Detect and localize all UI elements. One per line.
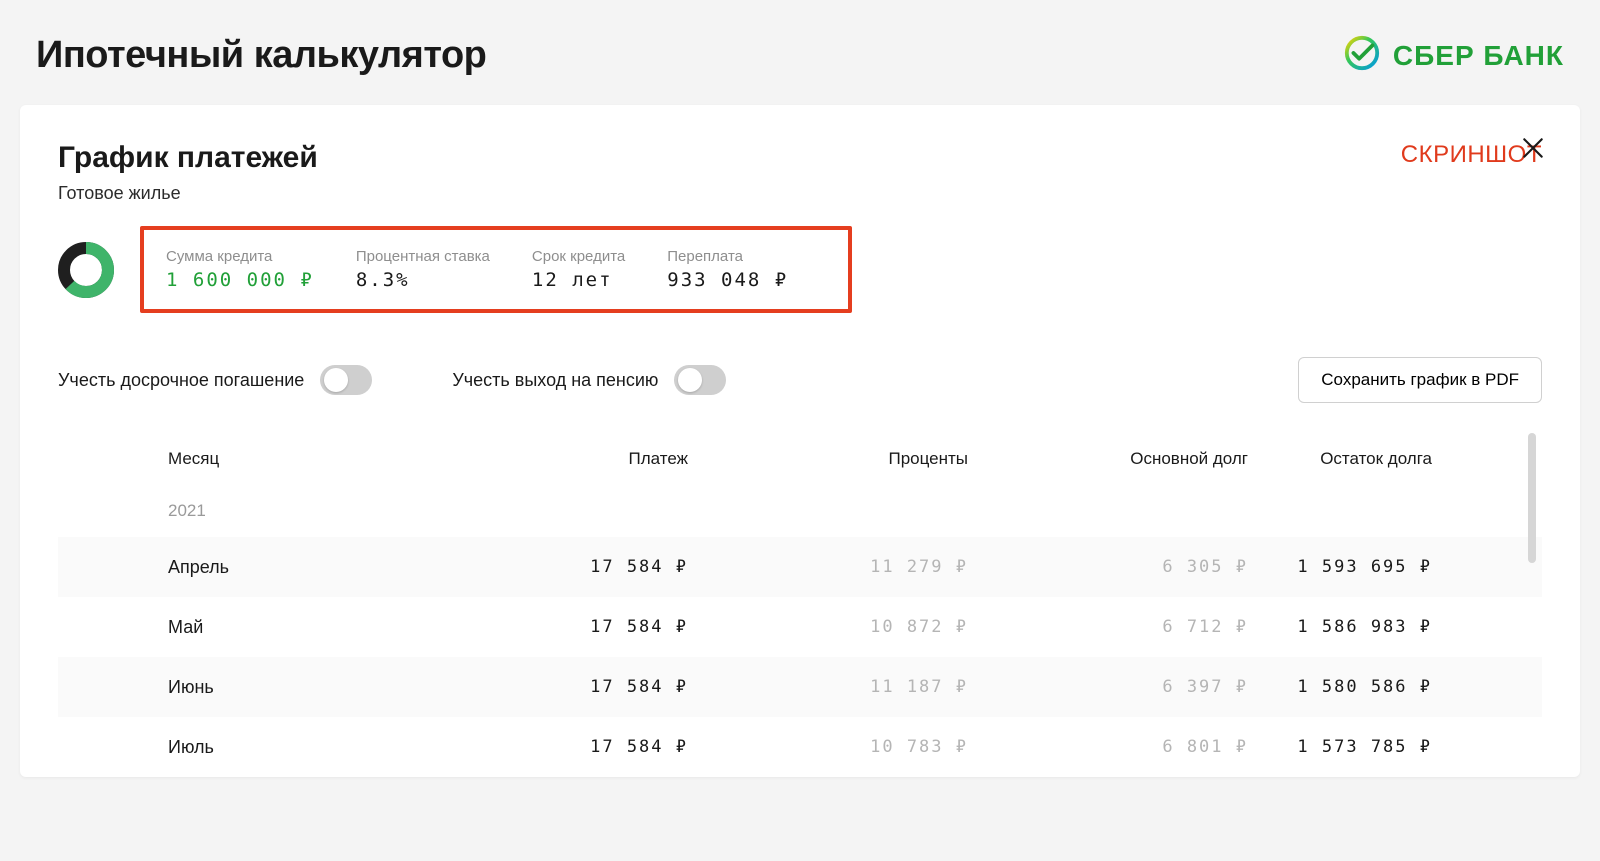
cell-principal: 6 712 ₽ xyxy=(968,617,1248,637)
schedule-table: Месяц Платеж Проценты Основной долг Оста… xyxy=(58,433,1542,777)
stat-value: 12 лет xyxy=(532,269,625,291)
stat-value: 1 600 000 ₽ xyxy=(166,269,314,291)
col-header-month: Месяц xyxy=(168,449,388,469)
toggle-early-repay[interactable] xyxy=(320,365,372,395)
loan-donut-chart xyxy=(58,242,114,298)
panel-title: График платежей xyxy=(58,141,318,175)
sber-check-icon xyxy=(1343,34,1381,77)
brand-logo: СБЕР БАНК xyxy=(1343,34,1564,77)
cell-principal: 6 397 ₽ xyxy=(968,677,1248,697)
schedule-panel: График платежей Готовое жилье СКРИНШОТ С… xyxy=(20,105,1580,777)
col-header-principal: Основной долг xyxy=(968,449,1248,469)
cell-interest: 10 783 ₽ xyxy=(688,737,968,757)
cell-payment: 17 584 ₽ xyxy=(388,737,688,757)
cell-payment: 17 584 ₽ xyxy=(388,557,688,577)
col-header-interest: Проценты xyxy=(688,449,968,469)
cell-interest: 11 187 ₽ xyxy=(688,677,968,697)
stat-value: 933 048 ₽ xyxy=(667,269,788,291)
stat-label: Переплата xyxy=(667,248,788,265)
page-title: Ипотечный калькулятор xyxy=(36,34,486,77)
table-year-row: 2021 xyxy=(58,485,1542,537)
cell-balance: 1 580 586 ₽ xyxy=(1248,677,1432,697)
save-pdf-button[interactable]: Сохранить график в PDF xyxy=(1298,357,1542,403)
stat-label: Сумма кредита xyxy=(166,248,314,265)
cell-month: Май xyxy=(168,617,388,638)
cell-month: Апрель xyxy=(168,557,388,578)
close-button[interactable] xyxy=(1520,135,1546,166)
toggle-early-repay-label: Учесть досрочное погашение xyxy=(58,370,304,391)
cell-principal: 6 801 ₽ xyxy=(968,737,1248,757)
toggle-retirement[interactable] xyxy=(674,365,726,395)
panel-subtitle: Готовое жилье xyxy=(58,183,318,204)
table-row: Апрель17 584 ₽11 279 ₽6 305 ₽1 593 695 ₽ xyxy=(58,537,1542,597)
col-header-payment: Платеж xyxy=(388,449,688,469)
table-row: Июнь17 584 ₽11 187 ₽6 397 ₽1 580 586 ₽ xyxy=(58,657,1542,717)
cell-balance: 1 573 785 ₽ xyxy=(1248,737,1432,757)
cell-interest: 10 872 ₽ xyxy=(688,617,968,637)
table-row: Май17 584 ₽10 872 ₽6 712 ₽1 586 983 ₽ xyxy=(58,597,1542,657)
table-header-row: Месяц Платеж Проценты Основной долг Оста… xyxy=(58,433,1542,485)
toggle-retirement-label: Учесть выход на пенсию xyxy=(452,370,658,391)
table-row: Июль17 584 ₽10 783 ₽6 801 ₽1 573 785 ₽ xyxy=(58,717,1542,777)
stat-term: Срок кредита 12 лет xyxy=(532,248,625,291)
stat-label: Срок кредита xyxy=(532,248,625,265)
stat-overpay: Переплата 933 048 ₽ xyxy=(667,248,788,291)
cell-payment: 17 584 ₽ xyxy=(388,617,688,637)
cell-principal: 6 305 ₽ xyxy=(968,557,1248,577)
year-label: 2021 xyxy=(168,501,388,521)
cell-payment: 17 584 ₽ xyxy=(388,677,688,697)
brand-logo-text: СБЕР БАНК xyxy=(1393,40,1564,72)
col-header-balance: Остаток долга xyxy=(1248,449,1432,469)
stat-label: Процентная ставка xyxy=(356,248,490,265)
cell-balance: 1 586 983 ₽ xyxy=(1248,617,1432,637)
cell-month: Июнь xyxy=(168,677,388,698)
cell-interest: 11 279 ₽ xyxy=(688,557,968,577)
cell-month: Июль xyxy=(168,737,388,758)
cell-balance: 1 593 695 ₽ xyxy=(1248,557,1432,577)
stat-rate: Процентная ставка 8.3% xyxy=(356,248,490,291)
stat-value: 8.3% xyxy=(356,269,490,291)
stat-loan-amount: Сумма кредита 1 600 000 ₽ xyxy=(166,248,314,291)
summary-highlight-box: Сумма кредита 1 600 000 ₽ Процентная ста… xyxy=(140,226,852,313)
table-scrollbar[interactable] xyxy=(1528,433,1536,777)
